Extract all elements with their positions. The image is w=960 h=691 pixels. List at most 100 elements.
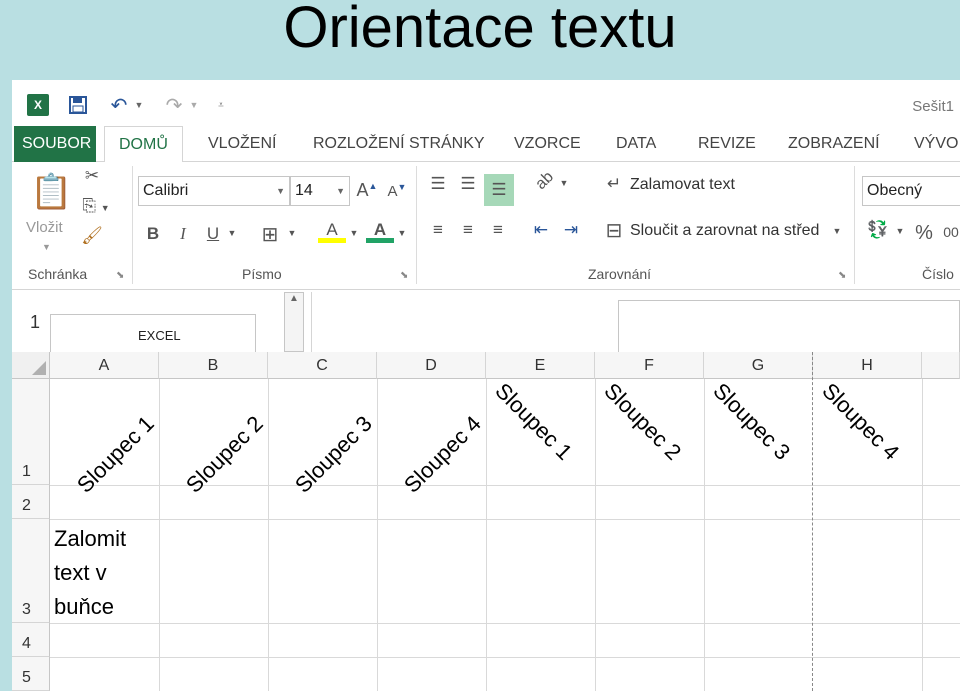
align-middle-icon[interactable]: ☰: [456, 174, 480, 194]
grid-line: [50, 657, 960, 658]
borders-dropdown-icon[interactable]: ▼: [286, 228, 298, 238]
grow-font-icon[interactable]: A▲: [356, 180, 378, 201]
font-name-select[interactable]: Calibri ▼: [138, 176, 290, 206]
underline-button[interactable]: U: [202, 224, 224, 244]
font-launcher-icon[interactable]: ⬊: [400, 270, 408, 281]
fill-color-icon[interactable]: A: [318, 220, 346, 243]
column-header-h[interactable]: H: [813, 352, 922, 379]
cell-g1-rotated[interactable]: Sloupec 3: [708, 378, 795, 466]
font-size-select[interactable]: 14 ▼: [290, 176, 350, 206]
font-color-icon[interactable]: A: [366, 220, 394, 243]
font-name-value: Calibri: [143, 182, 189, 199]
wrap-text-icon[interactable]: ↵: [602, 174, 626, 194]
clipboard-launcher-icon[interactable]: ⬊: [116, 270, 124, 281]
redo-dropdown-icon[interactable]: ▼: [189, 94, 199, 116]
group-separator: [416, 166, 417, 284]
cut-icon[interactable]: ✂: [80, 166, 104, 186]
grid-line: [595, 379, 596, 691]
comma-style-button[interactable]: 00: [940, 224, 960, 240]
align-top-icon[interactable]: ☰: [426, 174, 450, 194]
percent-style-button[interactable]: %: [912, 222, 936, 245]
row-header-label: 5: [22, 669, 31, 686]
slide-title: Orientace textu: [283, 0, 677, 60]
tab-review[interactable]: REVIZE: [698, 126, 756, 162]
formula-row-label: 1: [30, 312, 41, 332]
merge-center-icon[interactable]: ⊟: [602, 218, 626, 243]
select-all-button[interactable]: [12, 352, 50, 379]
number-format-select[interactable]: Obecný: [862, 176, 960, 206]
font-color-label: A: [373, 220, 387, 239]
column-header-d[interactable]: D: [377, 352, 486, 379]
tab-file[interactable]: SOUBOR: [14, 126, 96, 162]
font-color-dropdown-icon[interactable]: ▼: [396, 228, 408, 238]
number-group-label: Číslo: [922, 266, 954, 282]
align-right-icon[interactable]: ≡: [486, 220, 510, 240]
column-header-c[interactable]: C: [268, 352, 377, 379]
row-header-label: 1: [22, 463, 31, 480]
cell-a3-wrapped[interactable]: Zalomit text v buňce: [54, 522, 154, 624]
customize-toolbar-icon[interactable]: ⩡: [215, 94, 227, 116]
ribbon-tabs: SOUBOR DOMŮ VLOŽENÍ ROZLOŽENÍ STRÁNKY VZ…: [12, 126, 960, 163]
tab-home[interactable]: DOMŮ: [104, 126, 183, 163]
save-icon[interactable]: [68, 94, 88, 116]
column-header-f[interactable]: F: [595, 352, 704, 379]
grid-line: [50, 519, 960, 520]
format-painter-icon[interactable]: 🖌: [80, 226, 104, 246]
column-header-a[interactable]: A: [50, 352, 159, 379]
merge-center-button[interactable]: Sloučit a zarovnat na střed: [630, 222, 819, 240]
tab-page-layout[interactable]: ROZLOŽENÍ STRÁNKY: [313, 126, 485, 162]
fill-color-dropdown-icon[interactable]: ▼: [348, 228, 360, 238]
decrease-indent-icon[interactable]: ⇤: [528, 220, 554, 240]
borders-icon[interactable]: ⊞: [258, 222, 282, 247]
scroll-up-button[interactable]: ▲: [284, 292, 304, 352]
underline-dropdown-icon[interactable]: ▼: [226, 228, 238, 238]
clipboard-group-label: Schránka: [28, 266, 88, 282]
spreadsheet-grid: A B C D E F G H 1 2 3 4 5 Sloupec 1 Slou…: [12, 352, 960, 691]
cell-f1-rotated[interactable]: Sloupec 2: [599, 378, 686, 466]
tab-developer[interactable]: VÝVO: [914, 126, 958, 162]
grid-line: [704, 379, 705, 691]
paste-dropdown-icon[interactable]: ▼: [42, 242, 51, 252]
alignment-launcher-icon[interactable]: ⬊: [838, 270, 846, 281]
undo-icon[interactable]: ↶: [107, 94, 131, 117]
align-center-icon[interactable]: ≡: [456, 220, 480, 240]
cell-e1-rotated[interactable]: Sloupec 1: [490, 378, 577, 466]
align-bottom-icon[interactable]: ☰: [484, 174, 514, 206]
row-header-3[interactable]: 3: [12, 519, 50, 623]
accounting-dropdown-icon[interactable]: ▼: [894, 226, 906, 236]
undo-dropdown-icon[interactable]: ▼: [134, 94, 144, 116]
paste-label[interactable]: Vložit: [26, 219, 63, 236]
orientation-icon[interactable]: ab: [528, 164, 562, 198]
column-header-i[interactable]: [922, 352, 960, 379]
grid-line: [50, 623, 960, 624]
wrap-text-button[interactable]: Zalamovat text: [630, 176, 735, 194]
italic-button[interactable]: I: [172, 224, 194, 244]
row-header-5[interactable]: 5: [12, 657, 50, 691]
bold-button[interactable]: B: [142, 224, 164, 244]
redo-icon[interactable]: ↷: [162, 94, 186, 117]
formula-input[interactable]: [618, 300, 960, 352]
tab-insert[interactable]: VLOŽENÍ: [208, 126, 276, 162]
group-separator: [132, 166, 133, 284]
tab-data[interactable]: DATA: [616, 126, 656, 162]
column-header-e[interactable]: E: [486, 352, 595, 379]
row-header-4[interactable]: 4: [12, 623, 50, 657]
increase-indent-icon[interactable]: ⇥: [558, 220, 584, 240]
align-left-icon[interactable]: ≡: [426, 220, 450, 240]
tab-formulas[interactable]: VZORCE: [514, 126, 581, 162]
shrink-font-icon[interactable]: A▼: [386, 182, 408, 200]
copy-icon[interactable]: ⎘ ▼: [78, 196, 114, 216]
tab-view[interactable]: ZOBRAZENÍ: [788, 126, 880, 162]
row-header-1[interactable]: 1: [12, 379, 50, 485]
column-header-b[interactable]: B: [159, 352, 268, 379]
column-header-g[interactable]: G: [704, 352, 813, 379]
accounting-format-icon[interactable]: 💱: [864, 220, 892, 240]
orientation-dropdown-icon[interactable]: ▼: [558, 178, 570, 188]
cell-h1-rotated[interactable]: Sloupec 4: [817, 378, 904, 466]
row-header-2[interactable]: 2: [12, 485, 50, 519]
ribbon-home: 📋 Vložit ▼ ✂ ⎘ ▼ 🖌 Schránka ⬊ Calibri ▼ 1…: [12, 162, 960, 290]
chevron-down-icon: ▼: [336, 186, 345, 196]
paste-icon[interactable]: 📋: [30, 170, 72, 214]
excel-icon: X: [27, 94, 49, 116]
merge-dropdown-icon[interactable]: ▼: [830, 226, 844, 236]
